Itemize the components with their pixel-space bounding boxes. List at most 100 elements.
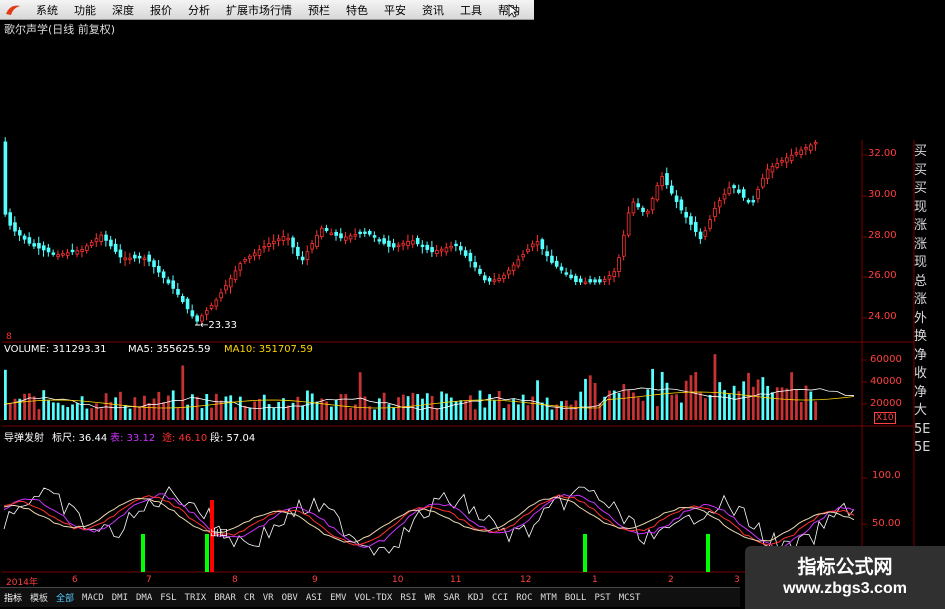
tab-cr[interactable]: CR	[240, 593, 259, 603]
volume-bar	[373, 409, 376, 420]
volume-bar	[545, 397, 549, 420]
tab-brar[interactable]: BRAR	[210, 593, 240, 603]
tab-dmi[interactable]: DMI	[108, 593, 132, 603]
candle	[286, 237, 291, 241]
volume-bar	[622, 384, 626, 420]
menu-extended-market[interactable]: 扩展市场行情	[218, 2, 300, 18]
volume-bar	[679, 402, 683, 420]
tab-boll[interactable]: BOLL	[561, 593, 591, 603]
volume-bar	[27, 393, 31, 420]
tab-mcst[interactable]: MCST	[615, 593, 645, 603]
candle	[104, 234, 108, 241]
volume-bar	[449, 397, 453, 420]
volume-bar	[315, 401, 319, 420]
volume-bar	[229, 395, 233, 420]
volume-bar	[272, 407, 276, 420]
tab-pst[interactable]: PST	[590, 593, 614, 603]
candle	[233, 270, 238, 280]
menu-bar: 系统 功能 深度 报价 分析 扩展市场行情 预栏 特色 平安 资讯 工具 帮助	[0, 0, 534, 20]
candle	[37, 243, 41, 249]
candle	[65, 252, 70, 256]
volume-bar	[397, 397, 400, 420]
candle	[61, 253, 65, 256]
date-label: 3	[734, 575, 740, 585]
volume-bar	[95, 403, 98, 420]
tab-sar[interactable]: SAR	[439, 593, 463, 603]
tab-macd[interactable]: MACD	[78, 593, 108, 603]
tab-all[interactable]: 全部	[52, 591, 78, 604]
candle	[372, 235, 377, 238]
volume-bar	[488, 394, 492, 420]
candle	[276, 238, 281, 242]
menu-pingan[interactable]: 平安	[376, 2, 414, 18]
candle	[118, 249, 123, 258]
volume-bar	[516, 404, 520, 420]
candle	[607, 275, 612, 280]
candle	[367, 230, 372, 235]
tab-trix[interactable]: TRIX	[181, 593, 211, 603]
volume-bar	[593, 382, 597, 420]
volume-bar	[339, 393, 343, 420]
tab-vr[interactable]: VR	[259, 593, 278, 603]
menu-columns[interactable]: 预栏	[300, 2, 338, 18]
menu-news[interactable]: 资讯	[414, 2, 452, 18]
candle	[80, 249, 84, 252]
volume-bar	[392, 407, 396, 420]
tab-fsl[interactable]: FSL	[156, 593, 180, 603]
candle	[698, 231, 703, 240]
menu-system[interactable]: 系统	[28, 2, 66, 18]
candle	[17, 230, 22, 236]
volume-bar	[560, 401, 563, 420]
tab-kdj[interactable]: KDJ	[464, 593, 488, 603]
tab-vol-tdx[interactable]: VOL-TDX	[350, 593, 396, 603]
volume-bar	[286, 405, 290, 420]
menu-tools[interactable]: 工具	[452, 2, 490, 18]
price-tick-28: 28.00	[868, 230, 897, 241]
volume-bar	[368, 406, 372, 420]
menu-quote[interactable]: 报价	[142, 2, 180, 18]
candle	[180, 295, 185, 302]
candle	[339, 233, 343, 239]
volume-bar	[588, 375, 592, 420]
candle	[775, 163, 780, 168]
menu-function[interactable]: 功能	[66, 2, 104, 18]
period-label: 8	[6, 332, 12, 342]
price-tick-26: 26.00	[868, 270, 897, 281]
candle	[741, 189, 746, 198]
tab-dma[interactable]: DMA	[132, 593, 156, 603]
tab-rsi[interactable]: RSI	[396, 593, 420, 603]
volume-bar	[713, 354, 717, 420]
volume-bar	[723, 390, 726, 420]
tab-obv[interactable]: OBV	[278, 593, 302, 603]
volume-bar	[90, 408, 94, 420]
candle	[559, 266, 564, 271]
candle	[109, 239, 113, 247]
menu-depth[interactable]: 深度	[104, 2, 142, 18]
tab-template[interactable]: 模板	[26, 591, 52, 604]
price-tick-32: 32.00	[868, 148, 897, 159]
candle	[320, 227, 324, 237]
candle	[483, 275, 487, 281]
quote-info-label: 换	[914, 329, 928, 344]
tab-emv[interactable]: EMV	[326, 593, 350, 603]
tab-roc[interactable]: ROC	[512, 593, 536, 603]
candle	[765, 168, 770, 180]
candle	[631, 201, 636, 214]
candle	[41, 245, 46, 251]
volume-bar	[282, 398, 285, 420]
candle	[703, 230, 708, 237]
tab-cci[interactable]: CCI	[488, 593, 512, 603]
candle	[655, 185, 660, 201]
tab-asi[interactable]: ASI	[302, 593, 326, 603]
candle	[526, 248, 530, 252]
tab-wr[interactable]: WR	[421, 593, 440, 603]
volume-bar	[675, 394, 678, 420]
menu-analysis[interactable]: 分析	[180, 2, 218, 18]
candle	[598, 279, 602, 283]
candle	[157, 265, 161, 273]
candle	[415, 238, 420, 245]
menu-features[interactable]: 特色	[338, 2, 376, 18]
tab-mtm[interactable]: MTM	[537, 593, 561, 603]
volume-ma5: MA5: 355625.59	[128, 344, 211, 355]
tab-indicator[interactable]: 指标	[0, 591, 26, 604]
